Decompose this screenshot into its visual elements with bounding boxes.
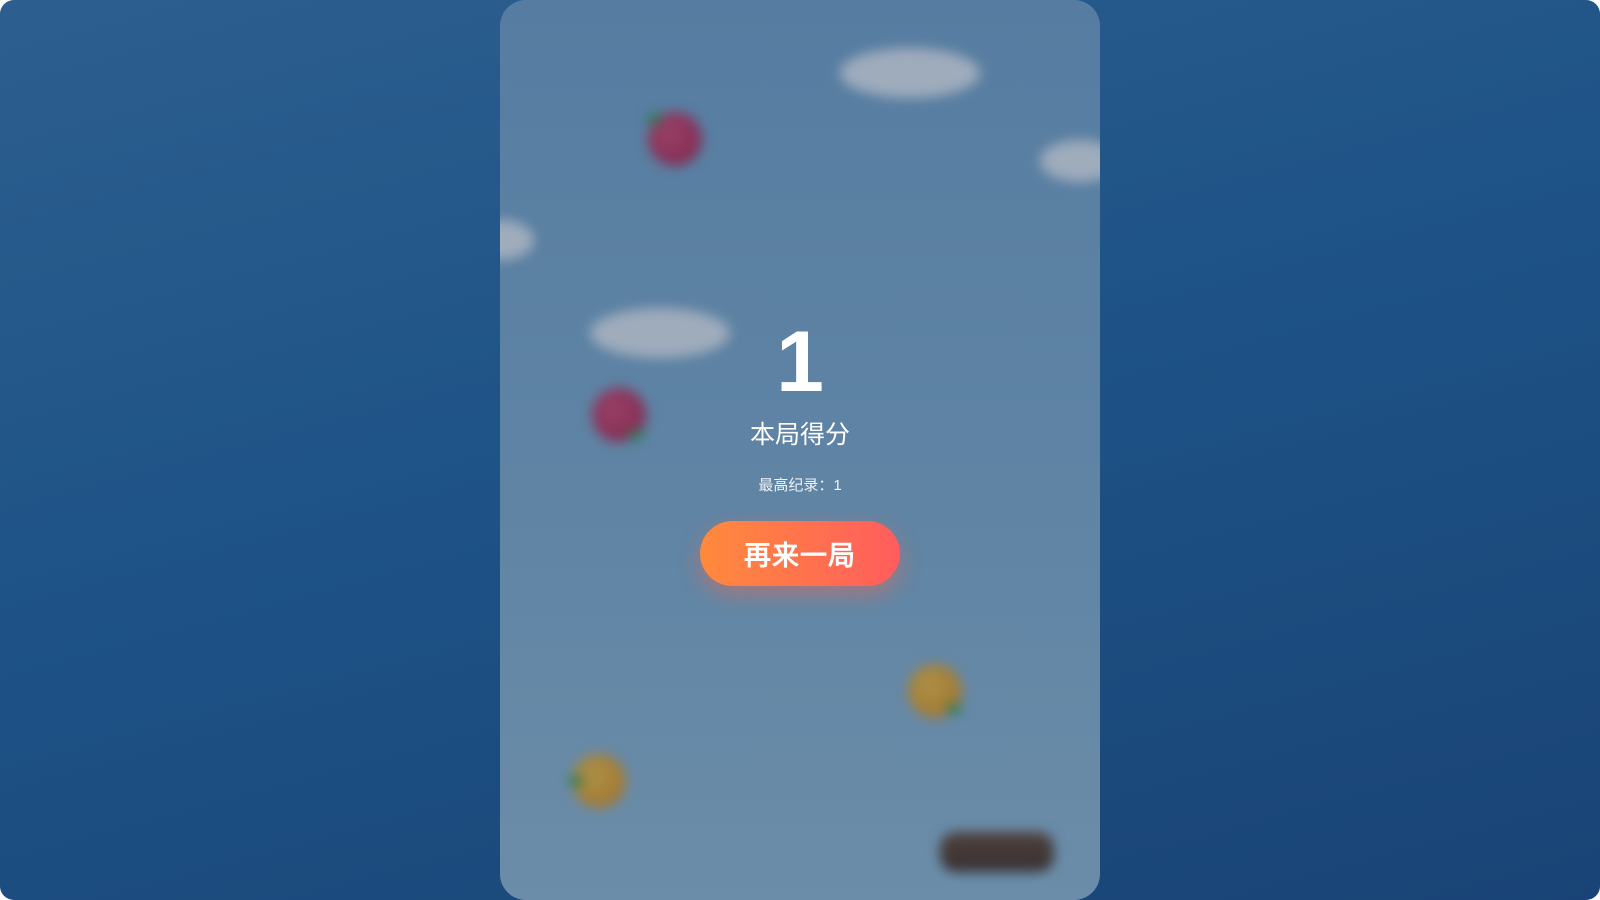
score-label: 本局得分 xyxy=(749,421,850,449)
replay-button[interactable]: 再来一局 xyxy=(700,521,900,586)
best-record: 最高纪录：1 xyxy=(758,477,842,494)
game-over-panel: 1 本局得分 最高纪录：1 再来一局 xyxy=(500,0,1100,900)
game-screen: 1 本局得分 最高纪录：1 再来一局 xyxy=(0,0,1600,900)
final-score: 1 xyxy=(776,314,824,410)
